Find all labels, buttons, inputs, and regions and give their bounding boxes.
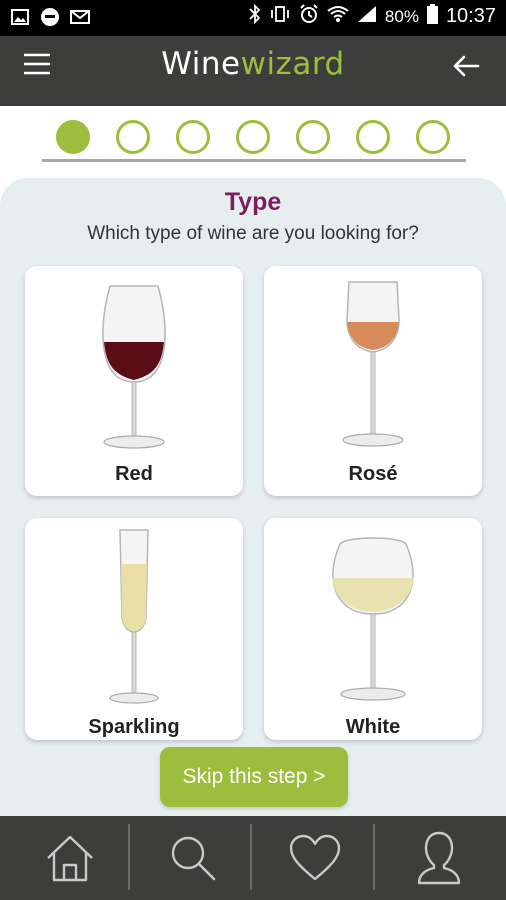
nav-profile[interactable] bbox=[376, 816, 502, 900]
profile-icon bbox=[417, 831, 461, 885]
step-dot-1[interactable] bbox=[56, 120, 90, 154]
option-card-sparkling[interactable]: Sparkling bbox=[25, 518, 243, 740]
status-bar: 80% 10:37 bbox=[0, 0, 506, 36]
option-card-red[interactable]: Red bbox=[25, 266, 243, 496]
rose-wine-glass-icon bbox=[342, 281, 404, 447]
nav-favorites[interactable] bbox=[252, 816, 378, 900]
nav-divider bbox=[373, 824, 375, 890]
nav-home[interactable] bbox=[7, 816, 133, 900]
step-dot-4[interactable] bbox=[236, 120, 270, 154]
option-label-red: Red bbox=[115, 463, 153, 485]
step-dot-6[interactable] bbox=[356, 120, 390, 154]
mail-icon bbox=[70, 7, 90, 27]
question-title: Type bbox=[224, 188, 282, 216]
signal-icon bbox=[357, 5, 377, 28]
step-dot-2[interactable] bbox=[116, 120, 150, 154]
logo-wine: Wine bbox=[161, 46, 241, 82]
app-logo: Winewizard bbox=[0, 46, 506, 82]
bluetooth-icon bbox=[249, 3, 261, 29]
progress-underline bbox=[42, 159, 466, 162]
clock: 10:37 bbox=[445, 5, 496, 27]
option-card-rose[interactable]: Rosé bbox=[264, 266, 482, 496]
sparkling-wine-glass-icon bbox=[109, 529, 159, 704]
step-dot-3[interactable] bbox=[176, 120, 210, 154]
logo-wizard: wizard bbox=[240, 46, 345, 82]
battery-icon bbox=[426, 4, 438, 29]
search-icon bbox=[171, 836, 216, 881]
home-icon bbox=[47, 835, 93, 882]
app-bar: Winewizard bbox=[0, 36, 506, 106]
step-dot-7[interactable] bbox=[416, 120, 450, 154]
vibrate-icon bbox=[269, 4, 291, 29]
option-label-sparkling: Sparkling bbox=[88, 716, 180, 738]
alarm-icon bbox=[299, 4, 319, 29]
skip-step-button[interactable]: Skip this step > bbox=[160, 747, 348, 807]
option-card-white[interactable]: White bbox=[264, 518, 482, 740]
back-arrow-icon[interactable] bbox=[450, 50, 486, 86]
red-wine-glass-icon bbox=[102, 285, 166, 449]
wifi-icon bbox=[327, 5, 349, 28]
option-label-white: White bbox=[345, 716, 401, 738]
sms-icon bbox=[40, 7, 60, 27]
heart-icon bbox=[289, 834, 341, 881]
white-wine-glass-icon bbox=[332, 537, 414, 701]
step-dot-5[interactable] bbox=[296, 120, 330, 154]
option-label-rose: Rosé bbox=[348, 463, 398, 485]
question-subtitle: Which type of wine are you looking for? bbox=[87, 223, 419, 244]
bottom-nav bbox=[0, 816, 506, 900]
nav-search[interactable] bbox=[130, 816, 256, 900]
image-icon bbox=[10, 7, 30, 27]
battery-percentage: 80% bbox=[384, 6, 419, 26]
step-progress bbox=[42, 118, 466, 162]
